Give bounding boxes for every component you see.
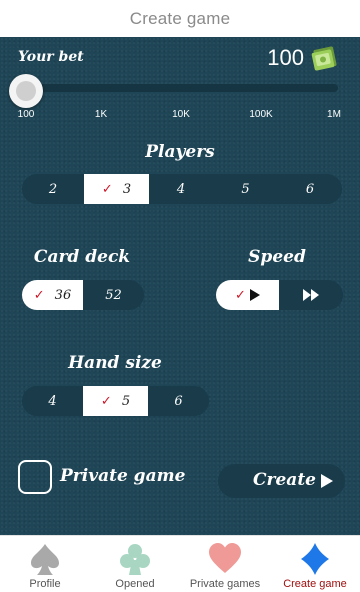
hand-size-selector: 4 ✓ 5 6 [22, 386, 209, 416]
nav-create-game[interactable]: Create game [270, 536, 360, 592]
bet-tick-label: 10K [172, 109, 190, 120]
bet-slider-thumb[interactable] [9, 74, 43, 108]
check-icon: ✓ [33, 287, 45, 303]
page-title: Create game [129, 8, 231, 28]
speed-option-fast[interactable] [279, 280, 343, 310]
hand-size-option-4[interactable]: 4 [22, 386, 83, 416]
nav-label: Opened [115, 578, 155, 590]
bet-tick-label: 100 [17, 109, 35, 120]
card-deck-option-52[interactable]: 52 [83, 280, 144, 310]
money-icon [311, 46, 337, 71]
players-option-3[interactable]: ✓ 3 [84, 174, 149, 204]
speed-selector: ✓ [216, 280, 343, 310]
card-deck-title: Card deck [33, 247, 131, 267]
hand-size-option-6[interactable]: 6 [148, 386, 209, 416]
bet-slider-track[interactable] [26, 84, 338, 92]
bet-label: Your bet [18, 49, 84, 65]
create-game-panel: Your bet 100 100 1K 10K 100K 1M Players … [0, 37, 360, 535]
club-icon [120, 544, 150, 575]
nav-profile[interactable]: Profile [0, 536, 90, 592]
check-icon: ✓ [101, 181, 113, 197]
private-game-checkbox[interactable] [18, 460, 52, 494]
bet-tick-label: 100K [249, 109, 273, 120]
fast-forward-icon [303, 289, 319, 301]
bet-tick-label: 1K [94, 109, 108, 120]
hand-size-option-5[interactable]: ✓ 5 [83, 386, 148, 416]
heart-icon [209, 543, 241, 573]
check-icon: ✓ [100, 393, 112, 409]
card-deck-option-36[interactable]: ✓ 36 [22, 280, 83, 310]
bottom-navigation: Profile Opened Private games Create game [0, 535, 360, 592]
spade-icon [31, 544, 59, 575]
nav-private-games[interactable]: Private games [180, 536, 270, 592]
players-selector: 2 ✓ 3 4 5 6 [22, 174, 342, 204]
create-button-label: Create [253, 470, 316, 490]
nav-label: Private games [189, 578, 261, 590]
hand-size-title: Hand size [68, 353, 162, 373]
players-title: Players [145, 142, 215, 162]
play-arrow-icon [321, 474, 333, 488]
card-deck-selector: ✓ 36 52 [22, 280, 144, 310]
nav-label: Profile [29, 578, 61, 590]
top-bar: Create game [0, 0, 360, 37]
players-option-2[interactable]: 2 [22, 174, 84, 204]
bet-amount: 100 [267, 45, 304, 70]
speed-title: Speed [248, 247, 306, 267]
players-option-5[interactable]: 5 [213, 174, 278, 204]
check-icon: ✓ [235, 287, 246, 303]
play-icon [249, 289, 260, 301]
diamond-icon [301, 543, 329, 575]
nav-opened[interactable]: Opened [90, 536, 180, 592]
private-game-label: Private game [60, 466, 186, 486]
players-option-6[interactable]: 6 [278, 174, 342, 204]
nav-label: Create game [283, 578, 347, 590]
create-button[interactable]: Create [218, 464, 345, 498]
speed-option-normal[interactable]: ✓ [216, 280, 279, 310]
players-option-4[interactable]: 4 [149, 174, 213, 204]
bet-tick-label: 1M [327, 109, 341, 120]
